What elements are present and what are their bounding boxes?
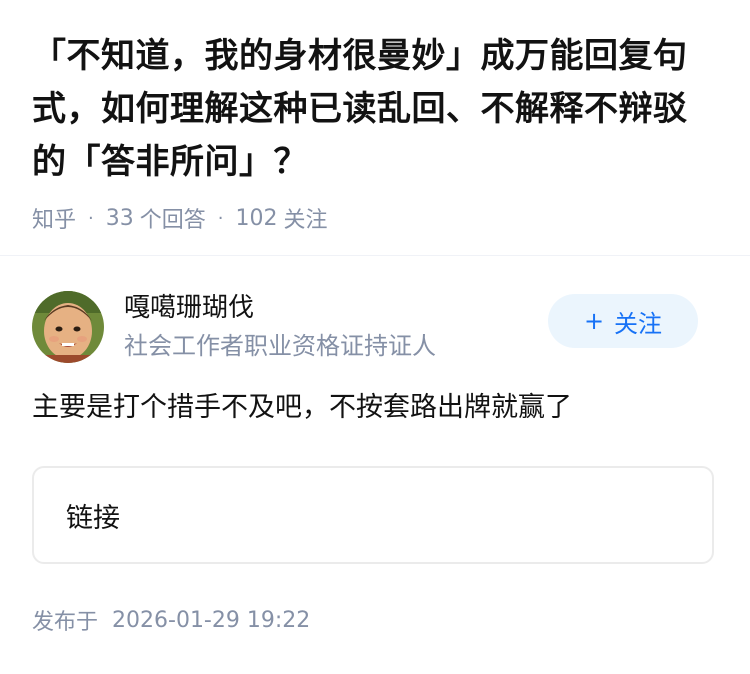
meta-separator: · xyxy=(217,207,224,229)
publish-label: 发布于 xyxy=(32,610,99,635)
meta-separator: · xyxy=(88,207,94,229)
author-info: 嘎噶珊瑚伐 社会工作者职业资格证持证人 xyxy=(124,291,436,363)
publish-time: 2026-01-29 19:22 xyxy=(112,607,311,633)
author-name[interactable]: 嘎噶珊瑚伐 xyxy=(124,291,436,325)
answer-content: 主要是打个措手不及吧，不按套路出牌就赢了 xyxy=(32,392,572,423)
follow-count-label: 关注 xyxy=(283,208,328,233)
answer-card: 嘎噶珊瑚伐 社会工作者职业资格证持证人 + 关注 主要是打个措手不及吧，不按套路… xyxy=(0,290,750,636)
section-divider xyxy=(0,255,750,256)
follow-count: 102 xyxy=(235,205,278,231)
question-title[interactable]: 「不知道，我的身材很曼妙」成万能回复句式，如何理解这种已读乱回、不解释不辩驳的「… xyxy=(32,30,718,189)
avatar[interactable] xyxy=(32,291,104,363)
answer-count-label: 个回答 xyxy=(139,208,206,233)
follow-button[interactable]: + 关注 xyxy=(548,294,698,348)
question-meta: 知乎 · 33 个回答 · 102 关注 xyxy=(32,202,718,234)
avatar-photo-icon xyxy=(32,291,104,363)
link-card-label: 链接 xyxy=(66,502,120,534)
plus-icon: + xyxy=(583,307,605,335)
publish-info: 发布于 2026-01-29 19:22 xyxy=(32,604,718,636)
author-badge: 社会工作者职业资格证持证人 xyxy=(124,332,436,360)
author-row: 嘎噶珊瑚伐 社会工作者职业资格证持证人 + 关注 xyxy=(32,290,718,364)
source-label[interactable]: 知乎 xyxy=(32,202,76,234)
answer-count: 33 xyxy=(105,205,134,231)
follow-button-label: 关注 xyxy=(614,309,663,338)
question-header: 「不知道，我的身材很曼妙」成万能回复句式，如何理解这种已读乱回、不解释不辩驳的「… xyxy=(0,0,750,233)
link-card[interactable]: 链接 xyxy=(32,466,714,564)
